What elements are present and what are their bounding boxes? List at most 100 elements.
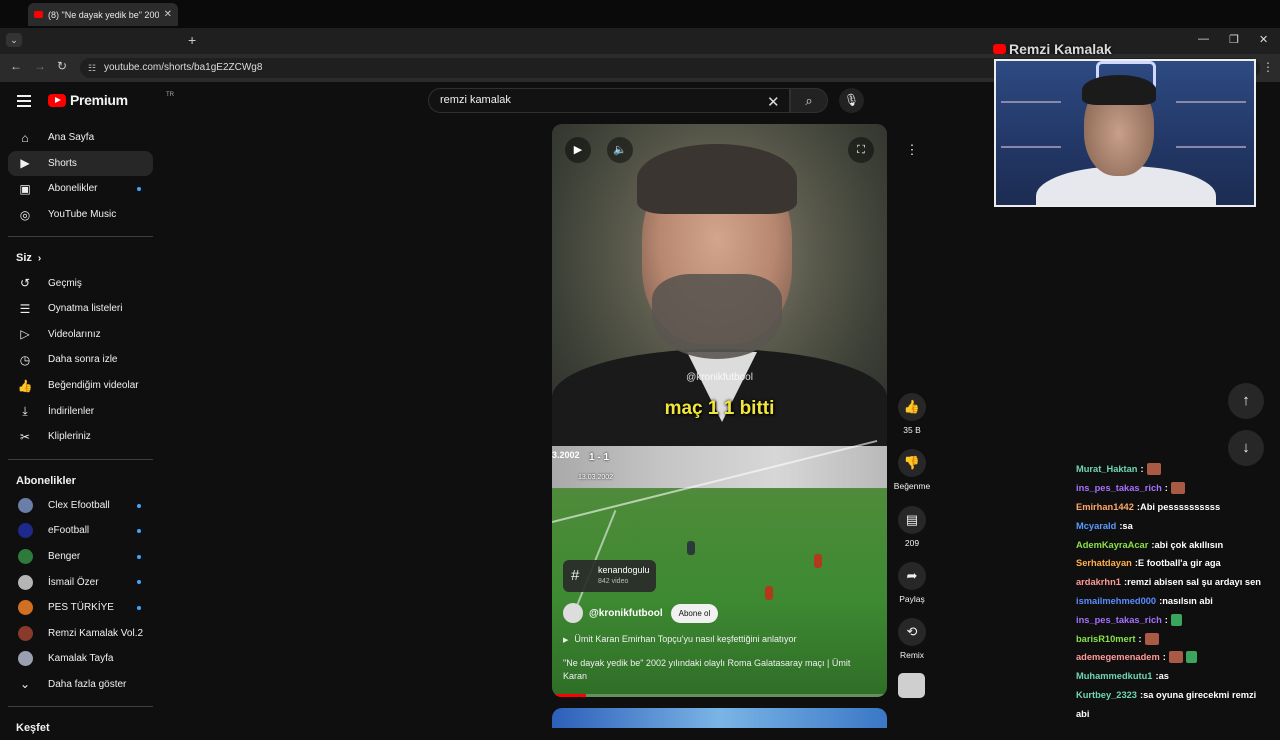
chevron-right-icon: › — [37, 252, 42, 264]
short-description[interactable]: ▶ Ümit Karan Emirhan Topçu'yu nasıl keşfe… — [563, 634, 797, 644]
cam-shelf — [1176, 146, 1246, 148]
tab-search-chevron-icon[interactable]: ⌄ — [6, 33, 22, 47]
chevron-down-icon: ⌄ — [19, 677, 31, 692]
new-tab-button[interactable]: + — [188, 32, 196, 48]
chat-message: Murat_Haktan: — [1076, 460, 1280, 479]
short-video-player[interactable]: @kronikfutbool maç 1 1 bitti ▶ 🔈 ⛶ 3.200… — [552, 124, 887, 697]
chat-message: ins_pes_takas_rich: — [1076, 479, 1280, 498]
chat-message: abi — [1076, 704, 1280, 723]
previous-short-button[interactable]: ↑ — [1228, 383, 1264, 419]
reload-icon[interactable]: ↻ — [57, 59, 67, 73]
browser-tab[interactable]: (8) "Ne dayak yedik be" 2002 y ✕ — [28, 3, 178, 26]
cam-shelf — [1176, 101, 1246, 103]
chat-username: Murat_Haktan — [1076, 464, 1138, 475]
dislike-action[interactable]: 👎 Beğenme — [890, 449, 934, 491]
player-figure — [814, 554, 822, 568]
chat-emote-icon — [1170, 482, 1185, 495]
chat-username: Serhatdayan — [1076, 558, 1132, 569]
sidebar-item-history[interactable]: ↺ Geçmiş — [8, 270, 153, 296]
sidebar-item-watch-later[interactable]: ◷ Daha sonra izle — [8, 347, 153, 373]
sidebar-sub-channel[interactable]: eFootball — [8, 518, 153, 544]
sidebar-subscriptions-header: Abonelikler — [16, 474, 76, 487]
volume-button[interactable]: 🔈 — [607, 137, 633, 163]
browser-menu-icon[interactable]: ⋮ — [1262, 60, 1274, 74]
chat-emote-icon — [1185, 651, 1197, 664]
minimize-button[interactable]: — — [1198, 33, 1209, 45]
sidebar-item-liked[interactable]: 👍 Beğendiğim videolar — [8, 373, 153, 399]
sidebar-sub-channel[interactable]: Remzi Kamalak Vol.2 — [8, 621, 153, 647]
back-arrow-icon[interactable]: ← — [10, 59, 22, 73]
sidebar-sub-channel[interactable]: Kamalak Tayfa — [8, 646, 153, 672]
sidebar-item-subscriptions[interactable]: ▣ Abonelikler — [8, 176, 153, 202]
sidebar-item-downloads[interactable]: ⤓ İndirilenler — [8, 398, 153, 424]
logo-region: TR — [166, 92, 174, 98]
search-input[interactable]: remzi kamalak — [428, 88, 790, 113]
sidebar-sub-channel[interactable]: Clex Efootball — [8, 493, 153, 519]
youtube-play-icon — [48, 93, 66, 107]
video-progress-bar[interactable] — [552, 694, 887, 697]
channel-avatar — [18, 549, 33, 565]
home-icon: ⌂ — [21, 130, 29, 145]
like-action[interactable]: 👍 35 B — [890, 393, 934, 435]
tab-close-icon[interactable]: ✕ — [164, 9, 172, 20]
sidebar-sub-channel[interactable]: İsmail Özer — [8, 569, 153, 595]
forward-arrow-icon[interactable]: → — [34, 59, 46, 73]
new-content-dot — [137, 187, 141, 192]
logo-text: Premium — [70, 92, 128, 108]
chat-username: Emirhan1442 — [1076, 501, 1134, 512]
channel-name[interactable]: @kronikfutbool — [589, 608, 663, 619]
sidebar-item-shorts[interactable]: ▶ Shorts — [8, 150, 153, 177]
shorts-icon: ▶ — [20, 156, 30, 171]
clear-search-icon[interactable]: ✕ — [767, 93, 780, 111]
volume-icon: 🔈 — [613, 144, 627, 156]
video-figure-hair — [637, 144, 797, 214]
new-content-dot — [137, 554, 141, 559]
channel-avatar[interactable] — [563, 603, 583, 623]
more-options-icon[interactable]: ⋮ — [900, 138, 924, 162]
chat-username: Mcyarald — [1076, 520, 1117, 531]
sidebar-item-clips[interactable]: ✂ Klipleriniz — [8, 424, 153, 450]
sidebar-sub-channel[interactable]: Benger — [8, 544, 153, 570]
remix-action[interactable]: ⟲ Remix — [890, 618, 934, 660]
share-icon: ➦ — [898, 562, 926, 590]
chat-text: remzi abisen sal şu ardayı sen — [1127, 577, 1261, 588]
sidebar-item-home[interactable]: ⌂ Ana Sayfa — [8, 125, 153, 151]
chat-text: sa — [1122, 520, 1133, 531]
hashtag-card[interactable]: # kenandogulu 842 video — [563, 560, 656, 592]
sidebar-you-header[interactable]: Siz › — [8, 246, 153, 270]
sidebar-sub-channel[interactable]: PES TÜRKİYE — [8, 595, 153, 621]
site-info-icon[interactable]: ☷ — [88, 58, 96, 78]
channel-avatar — [18, 651, 33, 667]
voice-search-button[interactable]: 🎙 — [839, 88, 864, 113]
sound-thumbnail[interactable] — [898, 673, 925, 698]
webcam-overlay — [994, 59, 1256, 207]
chat-message: barisR10mert: — [1076, 629, 1280, 648]
subscribe-button[interactable]: Abone ol — [670, 603, 719, 623]
window-close-button[interactable]: ✕ — [1259, 33, 1268, 46]
sidebar-item-your-videos[interactable]: ▷ Videolarınız — [8, 322, 153, 348]
chat-message: ademegemenadem: — [1076, 648, 1280, 667]
chat-username: AdemKayraAcar — [1076, 539, 1149, 550]
restore-button[interactable]: ❐ — [1229, 33, 1239, 46]
play-icon: ▶ — [573, 144, 583, 156]
next-short-preview[interactable] — [552, 708, 887, 728]
sidebar: ⌂ Ana Sayfa ▶ Shorts ▣ Abonelikler ◎ YouTube… — [8, 125, 153, 740]
arrow-up-icon: ↑ — [1242, 392, 1250, 409]
your-videos-icon: ▷ — [20, 327, 30, 342]
sidebar-show-more[interactable]: ⌄ Daha fazla göster — [8, 672, 153, 698]
comments-action[interactable]: ▤ 209 — [890, 506, 934, 548]
share-label: Paylaş — [899, 594, 925, 604]
share-action[interactable]: ➦ Paylaş — [890, 562, 934, 604]
chat-username: Muhammedkutu1 — [1076, 671, 1153, 682]
menu-hamburger-icon[interactable] — [17, 95, 31, 107]
sidebar-item-youtube-music[interactable]: ◎ YouTube Music — [8, 202, 153, 228]
fullscreen-button[interactable]: ⛶ — [848, 137, 874, 163]
youtube-logo[interactable]: Premium TR — [48, 92, 174, 108]
sidebar-item-playlists[interactable]: ☰ Oynatma listeleri — [8, 296, 153, 322]
channel-row: @kronikfutbool Abone ol — [563, 603, 719, 623]
search-button[interactable]: ⌕ — [790, 88, 828, 113]
comment-icon: ▤ — [898, 506, 926, 534]
youtube-favicon-icon — [34, 11, 43, 18]
play-button[interactable]: ▶ — [565, 137, 591, 163]
liked-icon: 👍 — [17, 378, 33, 393]
